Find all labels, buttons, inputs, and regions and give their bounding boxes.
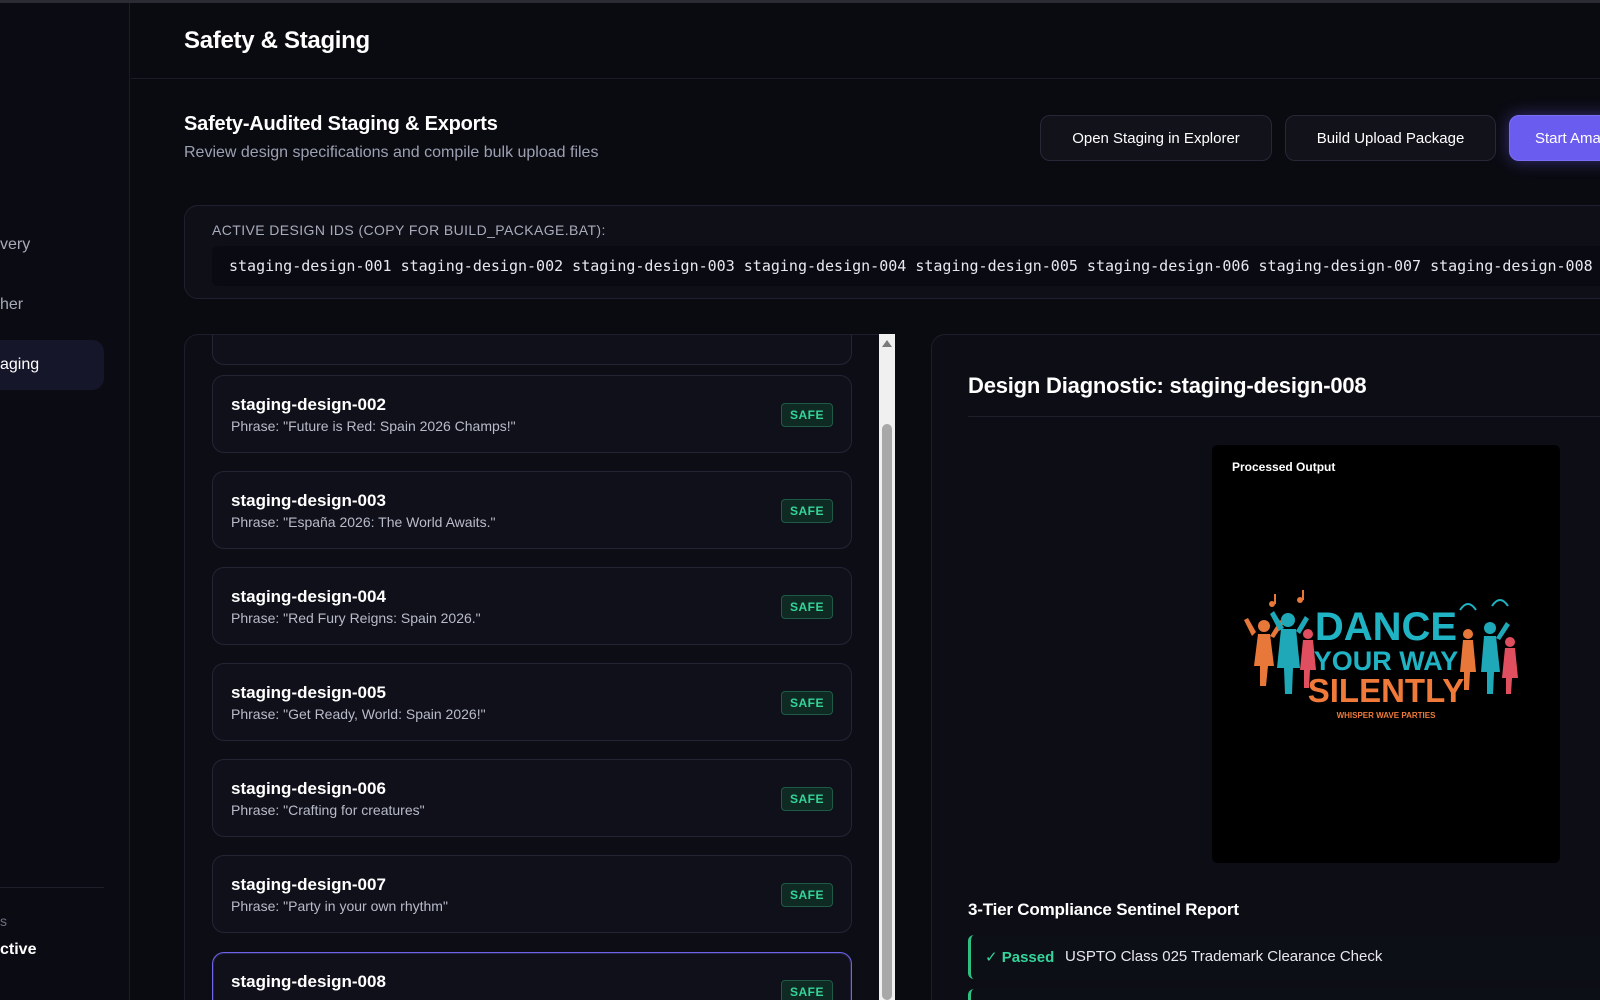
start-button[interactable]: Start Ama xyxy=(1509,115,1600,161)
design-id: staging-design-007 xyxy=(231,875,386,894)
sidebar-divider xyxy=(0,887,104,888)
sidebar-item-designer[interactable]: her xyxy=(0,280,104,330)
diagnostic-title: Design Diagnostic: staging-design-008 xyxy=(968,373,1367,398)
sidebar-item-discovery[interactable]: very xyxy=(0,220,104,270)
design-id: staging-design-005 xyxy=(231,683,386,702)
design-phrase: Phrase: "España 2026: The World Awaits." xyxy=(231,514,496,530)
design-id: staging-design-003 xyxy=(231,491,386,510)
music-notes-icon xyxy=(1269,590,1304,607)
status-badge: SAFE xyxy=(781,787,833,811)
design-artwork: DANCE YOUR WAY SILENTLY WHISPER WAVE PAR… xyxy=(1244,590,1518,720)
section-title: Safety-Audited Staging & Exports xyxy=(184,113,498,135)
design-card[interactable]: staging-design-005 Phrase: "Get Ready, W… xyxy=(212,663,852,741)
design-id: staging-design-006 xyxy=(231,779,386,798)
design-card-selected[interactable]: staging-design-008 SAFE xyxy=(212,952,852,1000)
sidebar-status-label: s xyxy=(0,913,7,929)
status-badge: SAFE xyxy=(781,403,833,427)
headphones-icon xyxy=(1459,599,1509,611)
design-diagnostic-panel: Design Diagnostic: staging-design-008 Pr… xyxy=(931,334,1600,1000)
artwork-tagline: WHISPER WAVE PARTIES xyxy=(1337,711,1436,720)
page-header: Safety & Staging xyxy=(131,3,1600,79)
page-title: Safety & Staging xyxy=(184,27,370,54)
status-badge: SAFE xyxy=(781,595,833,619)
open-staging-button[interactable]: Open Staging in Explorer xyxy=(1040,115,1272,161)
design-card-partial[interactable] xyxy=(212,335,852,365)
artwork-line-1: DANCE xyxy=(1315,605,1457,649)
design-card[interactable]: staging-design-006 Phrase: "Crafting for… xyxy=(212,759,852,837)
design-card[interactable]: staging-design-003 Phrase: "España 2026:… xyxy=(212,471,852,549)
sidebar-item-label: very xyxy=(0,236,31,253)
design-id: staging-design-008 xyxy=(231,972,386,991)
sidebar-item-label: her xyxy=(0,296,24,313)
design-list-panel: staging-design-002 Phrase: "Future is Re… xyxy=(184,334,895,1000)
build-upload-package-button[interactable]: Build Upload Package xyxy=(1285,115,1496,161)
compliance-check-row-partial xyxy=(968,989,1600,1000)
active-design-ids-label: ACTIVE DESIGN IDS (COPY FOR BUILD_PACKAG… xyxy=(212,222,606,238)
list-scrollbar[interactable] xyxy=(879,334,895,1000)
status-badge: SAFE xyxy=(781,883,833,907)
processed-output-preview: Processed Output DANCE YOUR WAY SILENTLY… xyxy=(1212,445,1560,863)
design-phrase: Phrase: "Get Ready, World: Spain 2026!" xyxy=(231,706,486,722)
design-phrase: Phrase: "Party in your own rhythm" xyxy=(231,898,448,914)
scroll-up-arrow-icon[interactable] xyxy=(882,340,892,347)
preview-label: Processed Output xyxy=(1232,460,1336,474)
sidebar-status-value: ctive xyxy=(0,941,37,958)
design-card[interactable]: staging-design-004 Phrase: "Red Fury Rei… xyxy=(212,567,852,645)
check-status-passed: ✓ Passed xyxy=(985,949,1055,966)
check-description: USPTO Class 025 Trademark Clearance Chec… xyxy=(1065,948,1383,965)
design-card[interactable]: staging-design-002 Phrase: "Future is Re… xyxy=(212,375,852,453)
design-phrase: Phrase: "Future is Red: Spain 2026 Champ… xyxy=(231,418,516,434)
design-id: staging-design-002 xyxy=(231,395,386,414)
diagnostic-divider xyxy=(968,416,1600,417)
section-subtitle: Review design specifications and compile… xyxy=(184,144,599,161)
artwork-line-3: SILENTLY xyxy=(1308,672,1464,709)
sidebar: very her aging s ctive xyxy=(0,3,130,1000)
status-badge: SAFE xyxy=(781,499,833,523)
active-design-ids-box: ACTIVE DESIGN IDS (COPY FOR BUILD_PACKAG… xyxy=(184,205,1600,299)
right-dancer-3-figure xyxy=(1502,637,1518,694)
status-badge: SAFE xyxy=(781,980,833,1000)
compliance-check-row: ✓ Passed USPTO Class 025 Trademark Clear… xyxy=(968,935,1600,979)
design-phrase: Phrase: "Red Fury Reigns: Spain 2026." xyxy=(231,610,481,626)
design-phrase: Phrase: "Crafting for creatures" xyxy=(231,802,425,818)
sidebar-item-label: aging xyxy=(0,356,40,373)
compliance-report-title: 3-Tier Compliance Sentinel Report xyxy=(968,900,1239,919)
active-design-ids-value[interactable]: staging-design-001 staging-design-002 st… xyxy=(212,246,1600,286)
sidebar-item-staging[interactable]: aging xyxy=(0,340,104,390)
scroll-thumb[interactable] xyxy=(882,424,892,1000)
status-badge: SAFE xyxy=(781,691,833,715)
design-card[interactable]: staging-design-007 Phrase: "Party in you… xyxy=(212,855,852,933)
design-id: staging-design-004 xyxy=(231,587,386,606)
